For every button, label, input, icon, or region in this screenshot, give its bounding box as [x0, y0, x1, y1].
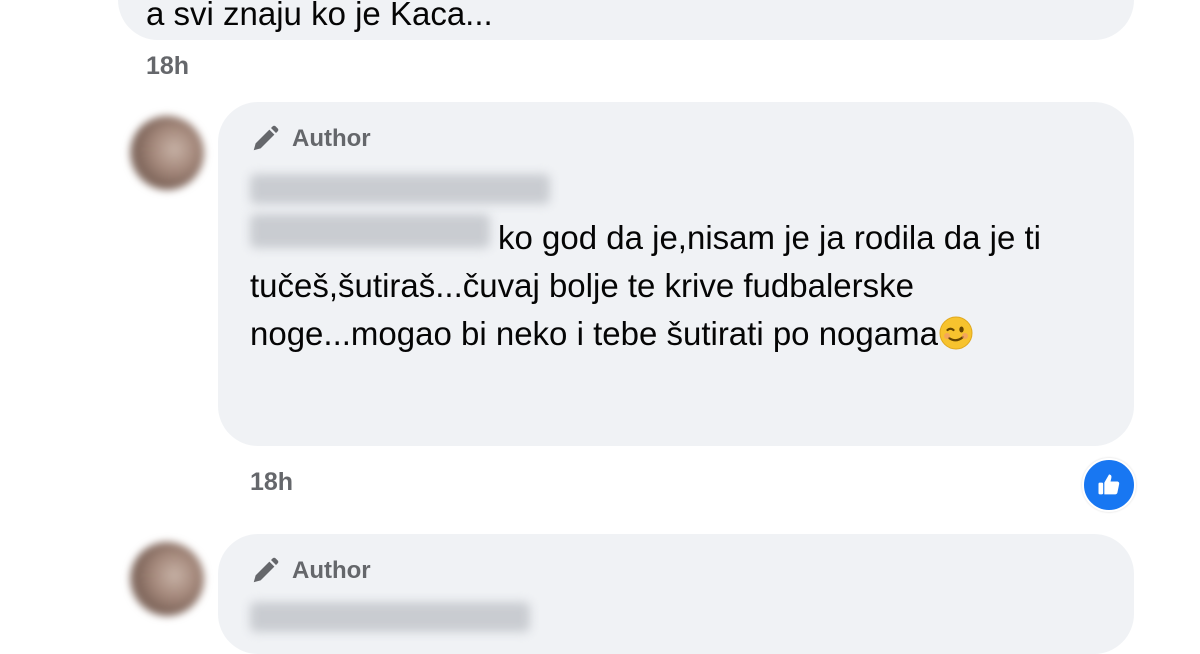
blurred-next-commenter-name: [250, 602, 530, 632]
comment-text: ko god da je,nisam je ja rodila da je ti…: [250, 214, 1110, 358]
winking-face-icon: [939, 316, 973, 350]
comment-body: ko god da je,nisam je ja rodila da je ti…: [250, 219, 1041, 352]
comment-timestamp[interactable]: 18h: [250, 468, 293, 497]
like-icon: [1098, 474, 1120, 495]
comment-bubble: Author ko god da je,nisam je ja rodila d…: [218, 102, 1134, 446]
pencil-icon: [253, 125, 279, 151]
author-label: Author: [292, 125, 371, 152]
blurred-commenter-name: [250, 174, 550, 204]
commenter-avatar[interactable]: [130, 116, 204, 190]
next-comment-bubble: Author: [218, 534, 1134, 654]
previous-comment-text: a svi znaju ko je Kaca...: [146, 0, 493, 32]
author-badge: Author: [250, 122, 371, 156]
previous-comment-timestamp[interactable]: 18h: [146, 52, 189, 81]
next-commenter-avatar[interactable]: [130, 542, 204, 616]
next-author-label: Author: [292, 557, 371, 584]
next-author-badge: Author: [250, 554, 371, 588]
like-reaction-badge[interactable]: [1082, 458, 1136, 512]
previous-comment-bubble: a svi znaju ko je Kaca...: [118, 0, 1134, 40]
pencil-icon: [253, 557, 279, 583]
